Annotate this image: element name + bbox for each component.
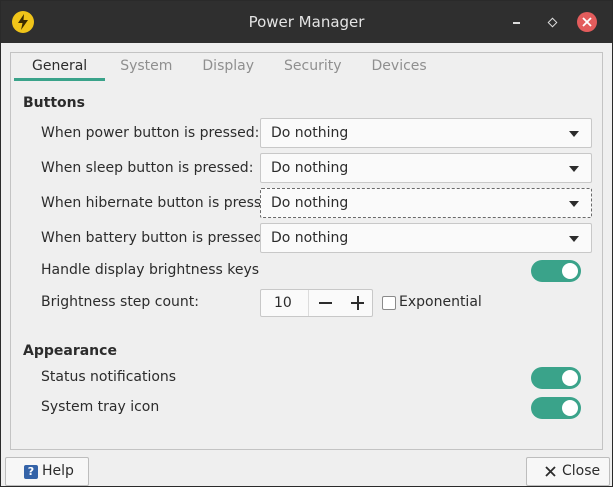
toggle-knob [562,263,578,279]
system-tray-icon-toggle[interactable] [531,397,581,419]
tab-display[interactable]: Display [187,53,269,81]
tab-bar: General System Display Security Devices [14,53,442,81]
power-manager-window: Power Manager General System Display Sec… [0,0,613,487]
tab-devices[interactable]: Devices [357,53,442,81]
exponential-checkbox[interactable] [382,296,396,310]
brightness-keys-label: Handle display brightness keys [41,262,260,278]
title-bar[interactable]: Power Manager [1,1,612,43]
window-close-button[interactable] [577,12,597,32]
help-icon: ? [24,465,38,479]
maximize-button[interactable] [542,12,562,32]
toggle-knob [562,400,578,416]
dropdown-arrow-icon [569,166,579,172]
sleep-button-action-select[interactable]: Do nothing [260,153,592,183]
tab-system[interactable]: System [105,53,187,81]
system-tray-icon-label: System tray icon [41,399,160,415]
close-button[interactable]: Close [526,457,610,486]
brightness-step-count-label: Brightness step count: [41,294,199,310]
tab-security[interactable]: Security [269,53,357,81]
buttons-section-title: Buttons [23,95,85,111]
increment-plus-icon[interactable] [343,290,373,316]
tab-general[interactable]: General [14,53,106,81]
brightness-step-count-input[interactable]: 10 [274,295,292,311]
battery-button-label: When battery button is pressed: [41,230,268,246]
hibernate-button-label: When hibernate button is pressed: [41,195,284,211]
power-button-label: When power button is pressed: [41,125,260,141]
close-button-label: Close [562,463,601,479]
dropdown-arrow-icon [569,236,579,242]
exponential-label[interactable]: Exponential [399,294,482,310]
brightness-keys-toggle[interactable] [531,260,581,282]
sleep-button-action-value: Do nothing [271,160,349,176]
battery-button-action-select[interactable]: Do nothing [260,223,592,253]
battery-button-action-value: Do nothing [271,230,349,246]
appearance-section-title: Appearance [23,343,117,359]
hibernate-button-action-value: Do nothing [271,195,349,211]
help-button[interactable]: ? Help [5,457,89,486]
power-button-action-select[interactable]: Do nothing [260,118,592,148]
spinner-divider [308,290,309,316]
help-button-label: Help [42,463,74,479]
hibernate-button-action-select[interactable]: Do nothing [260,188,592,218]
close-icon [545,466,556,477]
status-notifications-label: Status notifications [41,369,177,385]
minimize-button[interactable] [507,12,527,32]
status-notifications-toggle[interactable] [531,367,581,389]
toggle-knob [562,370,578,386]
sleep-button-label: When sleep button is pressed: [41,160,254,176]
decrement-minus-icon[interactable] [311,290,341,316]
power-button-action-value: Do nothing [271,125,349,141]
dropdown-arrow-icon [569,201,579,207]
brightness-step-count-spinner: 10 [260,289,373,317]
dropdown-arrow-icon [569,131,579,137]
